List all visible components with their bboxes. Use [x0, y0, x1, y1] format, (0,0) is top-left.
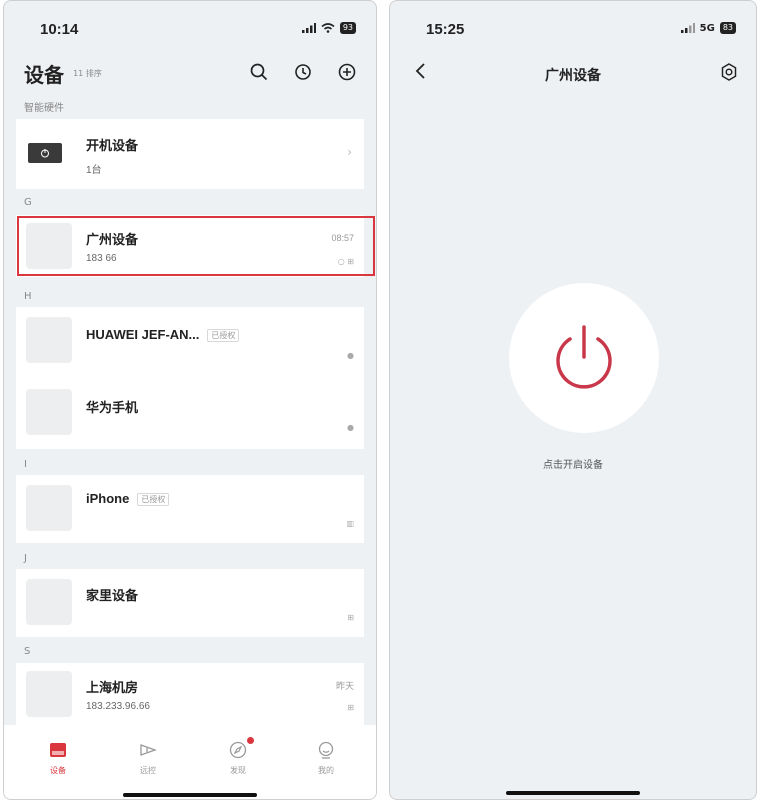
- group-letter-i: I: [24, 459, 27, 470]
- nav-bar: 广州设备: [390, 61, 756, 89]
- device-ip: 183.233.96.66: [86, 701, 150, 712]
- page-header: 设备 11 排序: [24, 59, 358, 89]
- group-letter-s: S: [24, 646, 31, 657]
- history-button[interactable]: [292, 61, 314, 83]
- device-row-iphone[interactable]: iPhone 已授权 ▥: [16, 475, 364, 543]
- sort-hint[interactable]: 11 排序: [73, 69, 102, 78]
- device-name: 家里设备: [86, 588, 139, 603]
- device-name: 华为手机: [86, 400, 139, 415]
- page-title: 设备: [24, 63, 64, 87]
- status-time: 10:14: [40, 21, 79, 38]
- status-icons: 93: [301, 22, 356, 34]
- wifi-icon: [321, 23, 335, 33]
- power-hint: 点击开启设备: [543, 460, 603, 471]
- group-h-card: HUAWEI JEF-AN... 已授权 ● 华为手机 ●: [16, 307, 364, 449]
- search-icon: [250, 63, 268, 81]
- home-indicator: [506, 791, 640, 795]
- authorized-badge: 已授权: [207, 329, 240, 343]
- group-letter-g: G: [24, 197, 32, 208]
- tab-discover[interactable]: 发现: [208, 737, 268, 776]
- power-on-device-name: 开机设备: [86, 138, 139, 153]
- battery-level: 83: [719, 22, 736, 34]
- tab-label: 设备: [50, 766, 66, 775]
- device-row-home[interactable]: 家里设备 ⊞: [16, 569, 364, 637]
- signal-icon: [680, 23, 695, 33]
- device-status-icons: ●: [347, 351, 354, 360]
- remote-icon: [140, 744, 157, 756]
- profile-icon: [318, 741, 334, 759]
- power-on-device-count: 1台: [86, 165, 102, 176]
- device-thumbnail: [26, 389, 72, 435]
- device-list-screen: 10:14 93 设备 11 排序 智能硬件 开机设备 1台 › G 广州设备 …: [3, 0, 377, 800]
- group-letter-j: J: [24, 553, 27, 564]
- device-thumbnail: [26, 579, 72, 625]
- device-row-huawei[interactable]: HUAWEI JEF-AN... 已授权 ●: [16, 307, 364, 377]
- device-thumbnail: [26, 671, 72, 717]
- bottom-tab-bar: 设备 远控 发现 我的: [4, 725, 376, 799]
- add-device-button[interactable]: [336, 61, 358, 83]
- device-name: 上海机房: [86, 680, 139, 695]
- power-on-device-card[interactable]: 开机设备 1台 ›: [16, 119, 364, 189]
- page-title: 广州设备: [545, 68, 601, 84]
- device-icon: [50, 743, 66, 757]
- device-thumbnail: [26, 485, 72, 531]
- tab-label: 发现: [230, 766, 246, 775]
- tab-devices[interactable]: 设备: [28, 739, 88, 776]
- device-status-icons: ▥: [346, 519, 354, 528]
- home-indicator: [123, 793, 257, 797]
- device-thumbnail: [26, 317, 72, 363]
- power-icon: [556, 325, 612, 389]
- notification-dot: [247, 737, 254, 744]
- discover-icon: [229, 741, 247, 759]
- history-icon: [295, 64, 311, 80]
- power-device-icon: [28, 143, 62, 163]
- tab-profile[interactable]: 我的: [296, 739, 356, 776]
- chevron-right-icon: ›: [347, 145, 352, 159]
- section-label-smart-hardware: 智能硬件: [24, 103, 64, 114]
- status-icons: 5G 83: [680, 22, 736, 34]
- status-bar: 10:14 93: [4, 1, 376, 45]
- battery-level: 93: [339, 22, 356, 34]
- device-name: HUAWEI JEF-AN... 已授权: [86, 327, 240, 343]
- network-type: 5G: [699, 22, 715, 34]
- gear-icon: [721, 63, 737, 81]
- device-row-huawei-phone[interactable]: 华为手机 ●: [16, 379, 364, 449]
- status-bar: 15:25 5G 83: [390, 1, 756, 45]
- device-status-icons: ⊞: [347, 703, 354, 712]
- group-letter-h: H: [24, 291, 32, 302]
- power-on-button[interactable]: [509, 283, 659, 433]
- tab-label: 远控: [140, 766, 156, 775]
- signal-icon: [301, 23, 316, 33]
- authorized-badge: 已授权: [137, 493, 170, 507]
- device-status-icons: ●: [347, 423, 354, 432]
- device-row-shanghai[interactable]: 上海机房 183.233.96.66 昨天 ⊞: [16, 663, 364, 725]
- add-icon: [338, 63, 356, 81]
- tab-remote[interactable]: 远控: [118, 739, 178, 776]
- device-last-time: 昨天: [335, 681, 354, 691]
- search-button[interactable]: [248, 61, 270, 83]
- device-status-icons: ⊞: [347, 613, 354, 622]
- device-name: iPhone 已授权: [86, 491, 170, 507]
- settings-button[interactable]: [720, 63, 738, 85]
- status-time: 15:25: [426, 21, 465, 38]
- selection-highlight: [17, 216, 375, 276]
- device-detail-screen: 15:25 5G 83 广州设备 点击开启设备: [389, 0, 757, 800]
- tab-label: 我的: [318, 766, 334, 775]
